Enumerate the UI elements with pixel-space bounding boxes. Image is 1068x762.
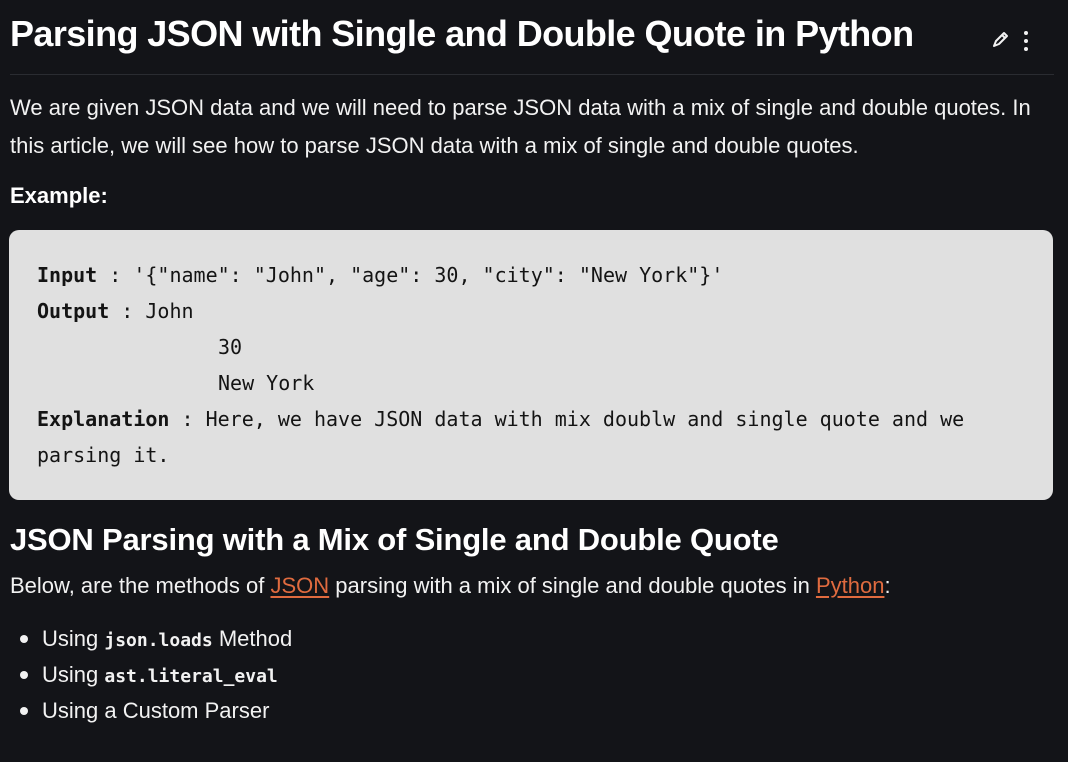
methods-intro-middle: parsing with a mix of single and double … [329, 573, 816, 598]
method-prefix: Using [42, 626, 105, 651]
output-line: Output : John [37, 293, 1053, 329]
method-suffix: Method [212, 626, 293, 651]
output-city-line: New York [37, 365, 1053, 401]
explanation-text-line-1: Here, we have JSON data with mix doublw … [205, 407, 965, 431]
method-item-custom-parser: Using a Custom Parser [20, 693, 292, 729]
input-separator: : [97, 263, 134, 287]
method-prefix: Using a Custom Parser [42, 698, 270, 723]
method-code: ast.literal_eval [104, 666, 278, 687]
input-key: Input [37, 263, 98, 287]
section-heading: JSON Parsing with a Mix of Single and Do… [10, 522, 779, 557]
methods-list: Using json.loads Method Using ast.litera… [20, 621, 292, 729]
output-value-name: John [145, 299, 194, 323]
methods-intro: Below, are the methods of JSON parsing w… [10, 570, 891, 602]
method-prefix: Using [42, 662, 105, 687]
explanation-text-line-2: parsing it. [37, 443, 170, 467]
bullet-icon [20, 707, 28, 715]
example-code-block: Input : '{"name": "John", "age": 30, "ci… [9, 230, 1053, 500]
explanation-continuation-line: parsing it. [37, 437, 1053, 473]
title-divider [10, 74, 1054, 75]
bullet-icon [20, 635, 28, 643]
pencil-icon[interactable] [988, 27, 1010, 53]
input-line: Input : '{"name": "John", "age": 30, "ci… [37, 257, 1053, 293]
output-value-age: 30 [218, 335, 243, 359]
output-key: Output [37, 299, 110, 323]
article-header: Parsing JSON with Single and Double Quot… [10, 12, 1054, 58]
method-item-json-loads: Using json.loads Method [20, 621, 292, 657]
explanation-separator: : [169, 407, 206, 431]
input-value: '{"name": "John", "age": 30, "city": "Ne… [133, 263, 724, 287]
example-label: Example: [10, 183, 108, 208]
article-page: Parsing JSON with Single and Double Quot… [0, 0, 1068, 762]
output-age-line: 30 [37, 329, 1053, 365]
explanation-line: Explanation : Here, we have JSON data wi… [37, 401, 1053, 437]
article-actions [988, 27, 1042, 53]
article-intro: We are given JSON data and we will need … [10, 95, 1031, 158]
vertical-ellipsis-icon[interactable] [1020, 27, 1042, 53]
page-title: Parsing JSON with Single and Double Quot… [10, 13, 914, 54]
json-link[interactable]: JSON [271, 573, 330, 598]
method-item-ast-literal-eval: Using ast.literal_eval [20, 657, 292, 693]
methods-intro-after: : [884, 573, 891, 598]
methods-intro-before: Below, are the methods of [10, 573, 271, 598]
python-link[interactable]: Python [816, 573, 885, 598]
output-separator: : [109, 299, 146, 323]
method-code: json.loads [104, 630, 213, 651]
explanation-key: Explanation [37, 407, 170, 431]
bullet-icon [20, 671, 28, 679]
output-value-city: New York [218, 371, 315, 395]
